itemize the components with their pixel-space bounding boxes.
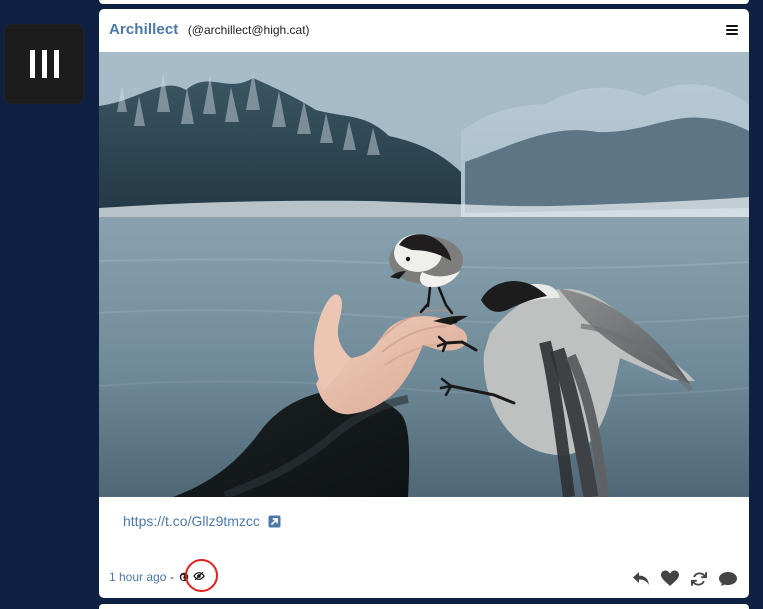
post-link[interactable]: https://t.co/Gllz9tmzcc bbox=[123, 513, 260, 529]
bird-photo bbox=[99, 52, 749, 497]
post-image[interactable] bbox=[99, 52, 749, 497]
comment-icon[interactable] bbox=[717, 568, 739, 590]
heart-icon[interactable] bbox=[659, 568, 681, 590]
author-name[interactable]: Archillect bbox=[109, 21, 178, 38]
menu-bars-icon bbox=[29, 50, 59, 78]
post-footer: 1 hour ago - bbox=[99, 559, 749, 598]
next-post-edge bbox=[99, 604, 749, 609]
highlight-ring bbox=[185, 559, 218, 592]
main-menu-button[interactable] bbox=[4, 24, 84, 104]
meta-separator: - bbox=[170, 570, 174, 584]
author-handle: (@archillect@high.cat) bbox=[187, 23, 310, 37]
post-link-row: https://t.co/Gllz9tmzcc bbox=[123, 512, 281, 533]
reply-icon[interactable] bbox=[630, 568, 652, 590]
boost-icon[interactable] bbox=[688, 568, 710, 590]
post-actions bbox=[630, 564, 739, 594]
post-card: Archillect (@archillect@high.cat) https:… bbox=[99, 9, 749, 598]
previous-post-edge bbox=[99, 0, 749, 4]
external-link-icon[interactable] bbox=[268, 515, 281, 533]
timestamp-link[interactable]: 1 hour ago bbox=[109, 570, 166, 584]
left-rail bbox=[0, 0, 92, 609]
post-header: Archillect (@archillect@high.cat) bbox=[99, 9, 749, 52]
hamburger-icon[interactable] bbox=[725, 23, 739, 37]
author-row: Archillect (@archillect@high.cat) bbox=[109, 21, 310, 39]
